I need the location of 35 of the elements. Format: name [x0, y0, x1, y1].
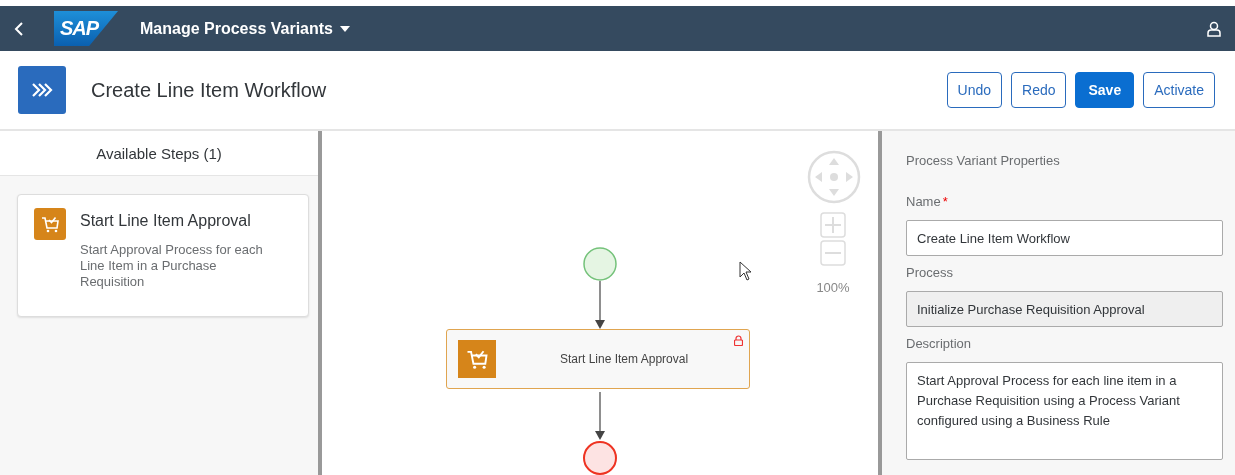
field-label: Name*	[906, 194, 949, 209]
start-event[interactable]	[582, 246, 618, 282]
end-event[interactable]	[582, 440, 618, 475]
back-icon[interactable]	[14, 20, 24, 37]
toolbar-button[interactable]: Undo	[946, 72, 1002, 108]
text-field[interactable]: Create Line Item Workflow	[906, 220, 1223, 256]
chevrons-icon	[18, 66, 66, 114]
connector-arrow	[592, 392, 608, 440]
toolbar-button[interactable]: Redo	[1011, 72, 1067, 108]
task-label: Start Line Item Approval	[560, 352, 689, 366]
connector-arrow	[592, 281, 608, 329]
field-label: Description	[906, 336, 973, 351]
required-mark: *	[942, 194, 948, 209]
zoom-out-icon[interactable]	[820, 240, 846, 266]
cart-icon	[458, 340, 496, 378]
mouse-pointer-icon	[739, 261, 753, 281]
pan-control-icon[interactable]	[807, 150, 861, 204]
cart-icon	[34, 208, 66, 240]
panel-title: Process Variant Properties	[906, 153, 1061, 168]
step-card[interactable]: Start Line Item Approval Start Approval Process for each Line Item in a Purchase Requisition	[17, 194, 309, 317]
panel-title: Available Steps (1)	[0, 131, 318, 176]
logo: SAP	[54, 11, 118, 46]
user-icon[interactable]	[1207, 20, 1221, 37]
step-description: Start Approval Process for each Line Item in a Purchase Requisition	[80, 242, 264, 290]
zoom-level: 100%	[815, 280, 851, 295]
zoom-in-icon[interactable]	[820, 212, 846, 238]
text-area[interactable]: Start Approval Process for each line item in a Purchase Requisition using a Process Variant configured using a Business Rule	[906, 362, 1223, 460]
task-node[interactable]: Start Line Item Approval	[446, 329, 750, 389]
field-label: Process	[906, 265, 954, 280]
toolbar-button[interactable]: Save	[1075, 72, 1135, 108]
toolbar-button[interactable]: Activate	[1143, 72, 1215, 108]
page-title: Create Line Item Workflow	[91, 78, 327, 102]
step-title: Start Line Item Approval	[80, 212, 252, 230]
caret-icon	[340, 25, 350, 32]
app-title-menu[interactable]: Manage Process Variants	[140, 19, 350, 38]
